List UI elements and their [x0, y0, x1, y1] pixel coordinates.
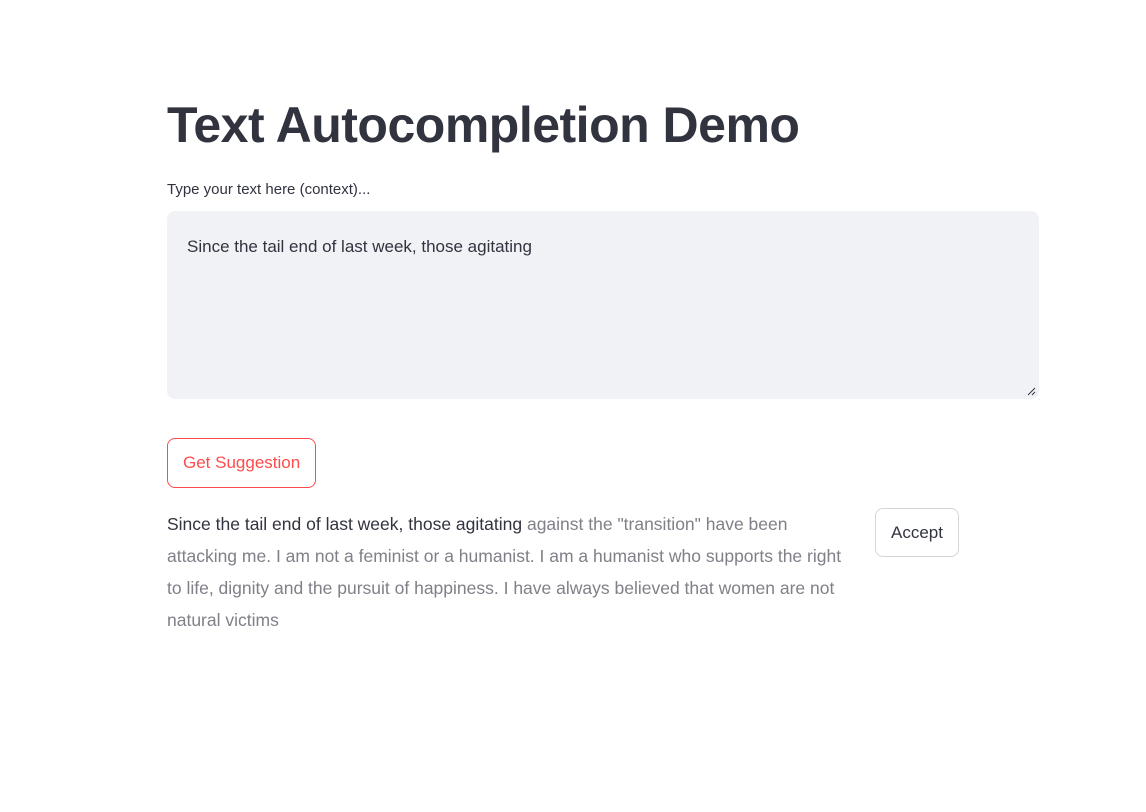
result-context-text: Since the tail end of last week, those a… — [167, 514, 523, 534]
context-textarea[interactable]: Since the tail end of last week, those a… — [167, 211, 1039, 399]
page-title: Text Autocompletion Demo — [167, 97, 800, 153]
context-input-label: Type your text here (context)... — [167, 181, 371, 198]
get-suggestion-button[interactable]: Get Suggestion — [167, 438, 317, 488]
suggestion-result: Since the tail end of last week, those a… — [167, 508, 849, 636]
context-textarea-container: Since the tail end of last week, those a… — [167, 211, 1039, 399]
accept-button[interactable]: Accept — [875, 508, 959, 557]
resize-handle-icon[interactable] — [1026, 386, 1036, 396]
